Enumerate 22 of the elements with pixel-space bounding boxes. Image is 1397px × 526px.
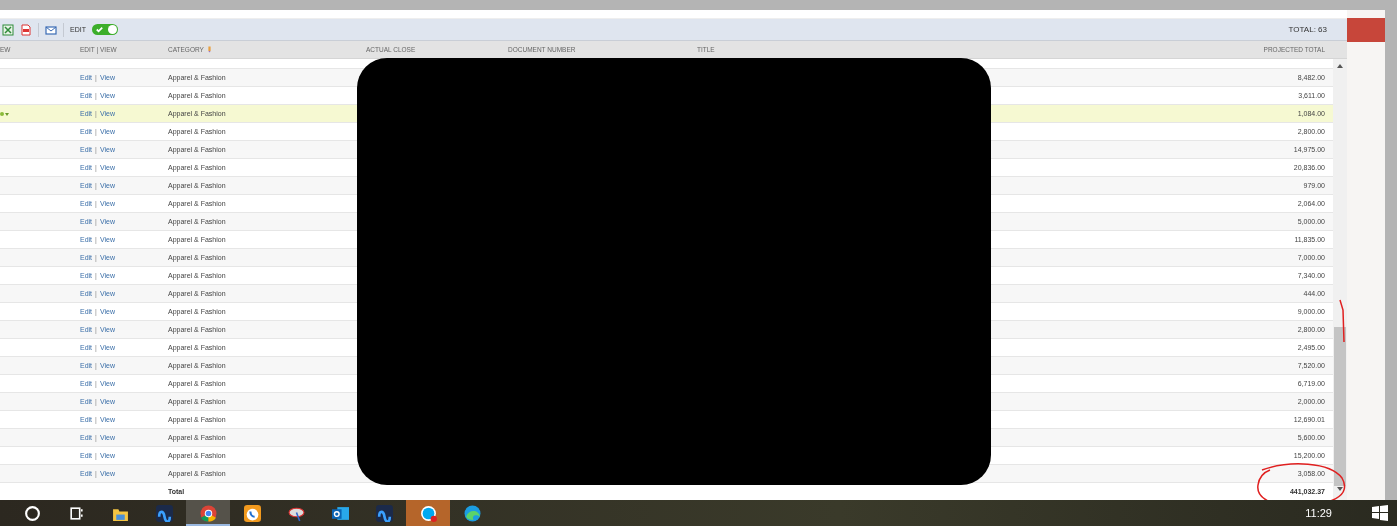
wave-app-icon (463, 504, 481, 522)
document-icon[interactable] (20, 23, 32, 36)
edit-toggle[interactable] (91, 24, 118, 36)
loop-icon (155, 504, 173, 522)
task-view-icon (67, 504, 85, 522)
mail-app-icon (331, 504, 349, 522)
windows-logo-icon[interactable] (1372, 505, 1388, 521)
browser-icon (199, 504, 217, 522)
record-total: TOTAL: 63 (1288, 25, 1327, 35)
pencil-icon (207, 46, 211, 54)
spreadsheet-icon[interactable] (2, 23, 14, 36)
loop-icon (375, 504, 393, 522)
clock-time: 11:29 (1305, 507, 1332, 519)
search-icon (23, 504, 41, 522)
scrollbar[interactable] (1333, 59, 1347, 500)
scroll-up-icon[interactable] (1336, 63, 1344, 69)
chat-app-icon (419, 504, 437, 522)
mail-icon[interactable] (45, 23, 57, 36)
check-icon (94, 25, 104, 35)
flag-icon[interactable] (0, 110, 10, 117)
phone-icon (243, 504, 261, 522)
annotation-mark (1339, 299, 1345, 343)
